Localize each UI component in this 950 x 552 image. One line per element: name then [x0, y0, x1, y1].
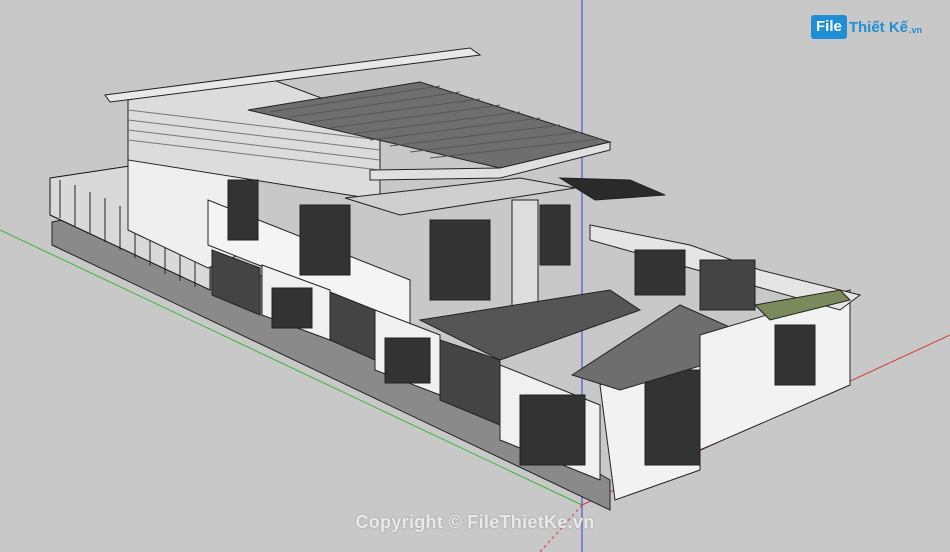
window-left [227, 179, 259, 241]
3d-model-viewport[interactable] [0, 0, 950, 552]
fence-slats-2 [271, 287, 313, 329]
porch-column [511, 199, 539, 311]
fence-slats-6 [519, 394, 586, 466]
logo-tld: .vn [909, 25, 923, 35]
window-mid [299, 204, 351, 276]
window-right [539, 204, 571, 266]
right-fence-slats-1 [634, 249, 686, 296]
logo-text: Thiết Kế [848, 18, 909, 36]
pergola [558, 177, 666, 201]
fence-slats-4 [384, 337, 431, 384]
house-model [49, 47, 862, 511]
gate-door [644, 369, 701, 466]
logo-badge: File [811, 15, 847, 39]
filethietke-logo-icon: File Thiết Kế .vn [811, 12, 922, 42]
right-fence-slats-2 [699, 259, 756, 311]
porch-door [429, 219, 491, 301]
right-gate [774, 324, 816, 386]
copyright-watermark: Copyright © FileThietKe.vn [355, 512, 595, 532]
